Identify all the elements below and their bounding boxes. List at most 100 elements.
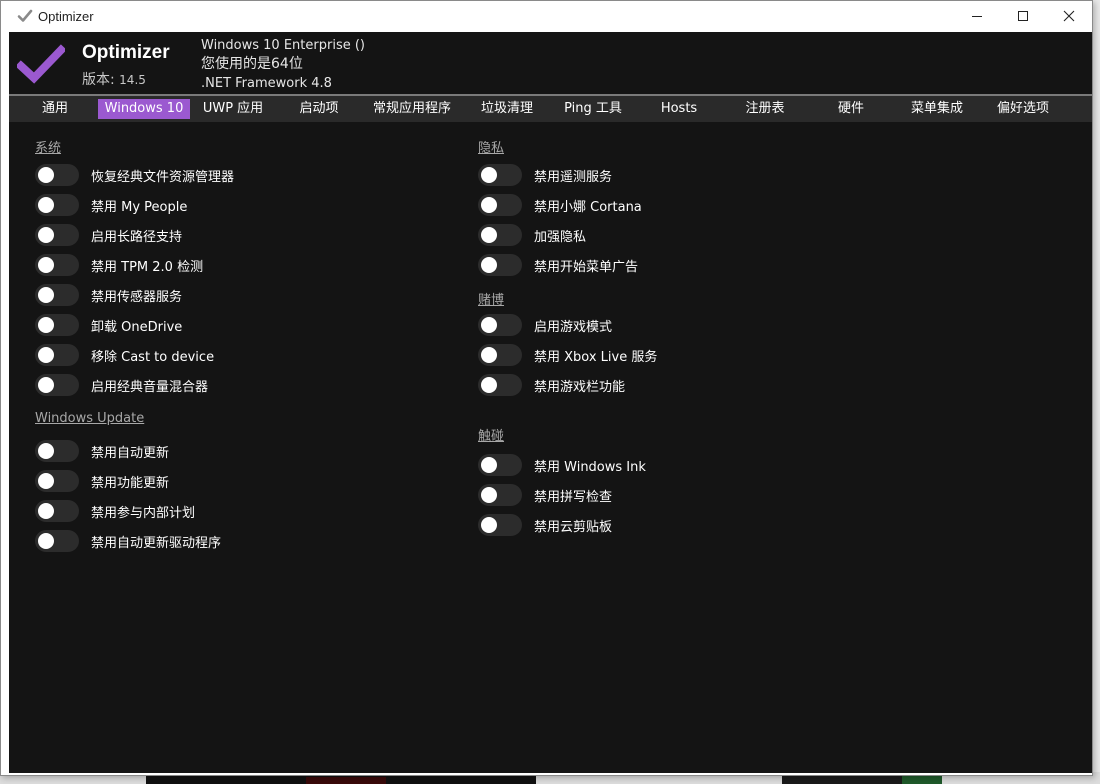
version-number: 14.5 — [119, 73, 146, 87]
toggle-row[interactable]: 禁用自动更新 — [35, 440, 169, 462]
toggle-label: 禁用云剪贴板 — [534, 519, 613, 535]
toggle-row[interactable]: 禁用 TPM 2.0 检测 — [35, 254, 203, 276]
framework-version: .NET Framework 4.8 — [201, 76, 332, 91]
tab-preferences[interactable]: 偏好选项 — [987, 99, 1059, 119]
toggle-switch[interactable] — [478, 454, 522, 476]
toggle-row[interactable]: 禁用 Windows Ink — [478, 454, 646, 476]
version-label: 版本: — [82, 72, 115, 88]
toggle-switch[interactable] — [35, 470, 79, 492]
window-title: Optimizer — [38, 8, 94, 24]
toggle-row[interactable]: 禁用 My People — [35, 194, 187, 216]
toggle-row[interactable]: 恢复经典文件资源管理器 — [35, 164, 234, 186]
toggle-label: 移除 Cast to device — [91, 349, 215, 365]
toggle-row[interactable]: 启用长路径支持 — [35, 224, 182, 246]
minimize-icon — [972, 16, 982, 17]
toggle-switch[interactable] — [478, 314, 522, 336]
toggle-row[interactable]: 禁用传感器服务 — [35, 284, 182, 306]
toggle-switch[interactable] — [35, 374, 79, 396]
toggle-label: 禁用功能更新 — [91, 475, 170, 491]
tab-uwp-apps[interactable]: UWP 应用 — [195, 99, 271, 119]
tab-common-apps[interactable]: 常规应用程序 — [363, 99, 461, 119]
toggle-label: 禁用自动更新 — [91, 445, 170, 461]
toggle-row[interactable]: 禁用功能更新 — [35, 470, 169, 492]
tab-menu-integration[interactable]: 菜单集成 — [901, 99, 973, 119]
toggle-row[interactable]: 启用经典音量混合器 — [35, 374, 208, 396]
tab-general[interactable]: 通用 — [27, 99, 83, 119]
tab-registry[interactable]: 注册表 — [735, 99, 795, 119]
toggle-row[interactable]: 禁用开始菜单广告 — [478, 254, 638, 276]
maximize-icon — [1018, 11, 1028, 21]
app-client-area: Optimizer 版本: 14.5 Windows 10 Enterprise… — [9, 32, 1092, 773]
section-title-windows-update: Windows Update — [35, 411, 145, 426]
background-window-fragment — [782, 776, 942, 784]
toggle-switch[interactable] — [478, 344, 522, 366]
toggle-row[interactable]: 禁用云剪贴板 — [478, 514, 612, 536]
toggle-row[interactable]: 禁用 Xbox Live 服务 — [478, 344, 657, 366]
toggle-label: 禁用小娜 Cortana — [534, 199, 642, 215]
toggle-switch[interactable] — [35, 314, 79, 336]
app-header: Optimizer 版本: 14.5 Windows 10 Enterprise… — [9, 32, 1092, 94]
toggle-row[interactable]: 禁用参与内部计划 — [35, 500, 195, 522]
toggle-switch[interactable] — [35, 500, 79, 522]
toggle-row[interactable]: 禁用拼写检查 — [478, 484, 612, 506]
close-icon — [1063, 10, 1075, 22]
title-bar[interactable]: Optimizer — [1, 1, 1092, 31]
toggle-switch[interactable] — [35, 224, 79, 246]
maximize-button[interactable] — [1000, 1, 1046, 31]
toggle-switch[interactable] — [478, 194, 522, 216]
toggle-row[interactable]: 启用游戏模式 — [478, 314, 612, 336]
section-title-privacy: 隐私 — [478, 141, 505, 156]
section-title-system: 系统 — [35, 141, 62, 156]
toggle-row[interactable]: 禁用游戏栏功能 — [478, 374, 625, 396]
toggle-switch[interactable] — [478, 224, 522, 246]
toggle-label: 禁用自动更新驱动程序 — [91, 535, 222, 551]
toggle-row[interactable]: 禁用自动更新驱动程序 — [35, 530, 221, 552]
app-name: Optimizer — [82, 42, 170, 63]
tab-cleaner[interactable]: 垃圾清理 — [471, 99, 543, 119]
toggle-switch[interactable] — [35, 530, 79, 552]
toggle-label: 禁用参与内部计划 — [91, 505, 196, 521]
toggle-row[interactable]: 加强隐私 — [478, 224, 586, 246]
tab-startup[interactable]: 启动项 — [287, 99, 351, 119]
toggle-switch[interactable] — [35, 284, 79, 306]
optimizer-window: Optimizer Optimizer 版本: 14.5 Windows 10 … — [0, 0, 1093, 776]
toggle-switch[interactable] — [478, 374, 522, 396]
toggle-label: 禁用游戏栏功能 — [534, 379, 626, 395]
toggle-switch[interactable] — [35, 194, 79, 216]
minimize-button[interactable] — [954, 1, 1000, 31]
tab-bar: 通用 Windows 10 UWP 应用 启动项 常规应用程序 垃圾清理 Pin… — [9, 96, 1092, 122]
background-window-fragment — [146, 776, 536, 784]
toggle-label: 恢复经典文件资源管理器 — [91, 169, 235, 185]
toggle-label: 禁用开始菜单广告 — [534, 259, 639, 275]
section-title-gaming: 赌博 — [478, 293, 505, 308]
toggle-switch[interactable] — [35, 254, 79, 276]
toggle-switch[interactable] — [35, 164, 79, 186]
tab-ping-tool[interactable]: Ping 工具 — [557, 99, 629, 119]
toggle-label: 禁用遥测服务 — [534, 169, 613, 185]
toggle-row[interactable]: 卸载 OneDrive — [35, 314, 182, 336]
toggle-label: 禁用传感器服务 — [91, 289, 183, 305]
os-architecture: 您使用的是64位 — [201, 56, 303, 72]
toggle-row[interactable]: 移除 Cast to device — [35, 344, 214, 366]
tab-hardware[interactable]: 硬件 — [823, 99, 879, 119]
tab-hosts[interactable]: Hosts — [649, 99, 709, 119]
toggle-switch[interactable] — [35, 440, 79, 462]
toggle-switch[interactable] — [478, 514, 522, 536]
toggle-label: 启用游戏模式 — [534, 319, 613, 335]
toggle-row[interactable]: 禁用遥测服务 — [478, 164, 612, 186]
toggle-label: 禁用 Xbox Live 服务 — [534, 349, 658, 365]
toggle-label: 卸载 OneDrive — [91, 319, 183, 335]
os-version: Windows 10 Enterprise () — [201, 38, 365, 53]
close-button[interactable] — [1046, 1, 1092, 31]
toggle-switch[interactable] — [35, 344, 79, 366]
system-info: Windows 10 Enterprise () 您使用的是64位 .NET F… — [201, 37, 365, 93]
toggle-switch[interactable] — [478, 254, 522, 276]
tab-windows-10[interactable]: Windows 10 — [98, 99, 190, 119]
check-logo-icon — [17, 44, 65, 84]
app-version: 版本: 14.5 — [82, 69, 146, 89]
toggle-switch[interactable] — [478, 484, 522, 506]
toggle-label: 禁用拼写检查 — [534, 489, 613, 505]
toggle-label: 禁用 TPM 2.0 检测 — [91, 259, 204, 275]
toggle-switch[interactable] — [478, 164, 522, 186]
toggle-row[interactable]: 禁用小娜 Cortana — [478, 194, 642, 216]
